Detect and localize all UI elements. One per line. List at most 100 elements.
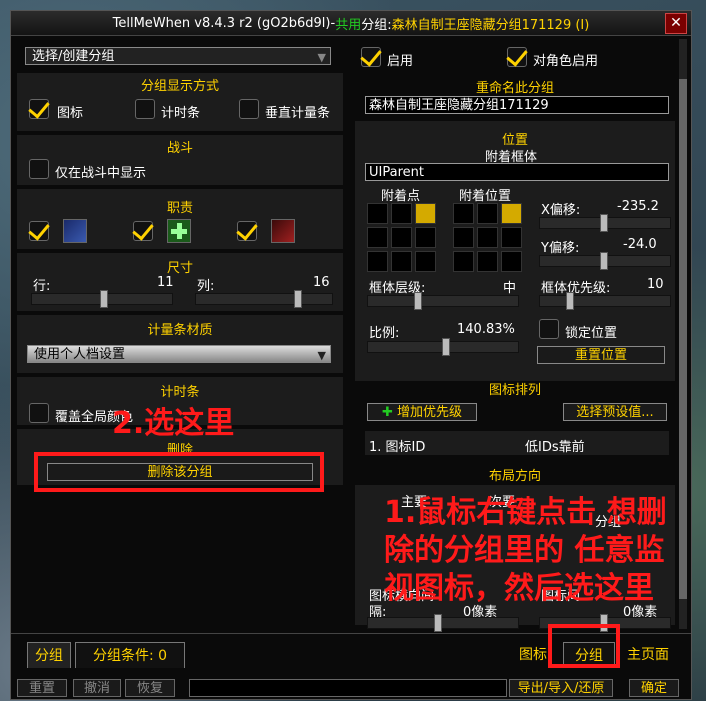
strata-thumb[interactable] — [414, 292, 422, 310]
plus-icon: ✚ — [381, 405, 393, 420]
cols-slider[interactable] — [195, 290, 333, 308]
rows-slider-thumb[interactable] — [100, 290, 108, 308]
rows-slider[interactable] — [31, 290, 173, 308]
cols-slider-thumb[interactable] — [294, 290, 302, 308]
enabled-checkbox[interactable] — [361, 47, 381, 67]
scrollbar[interactable] — [679, 39, 687, 629]
rename-header: 重命名此分组 — [475, 81, 554, 96]
lock-position-checkbox[interactable] — [539, 319, 559, 339]
title-bar[interactable]: TellMeWhen v8.4.3 r2 (gO2b6d9l) - 共用 分组:… — [11, 11, 691, 36]
role-enabled-checkbox[interactable] — [507, 47, 527, 67]
display-timer-label: 计时条 — [161, 106, 201, 121]
title-group-prefix: 分组: — [361, 17, 392, 33]
chevron-down-icon: ▼ — [317, 349, 326, 362]
role-enabled-label: 对角色启用 — [533, 54, 599, 69]
cover-color-checkbox[interactable] — [29, 403, 49, 423]
display-timer-checkbox[interactable] — [135, 99, 155, 119]
anchor-cell[interactable] — [453, 227, 474, 248]
y-offset-slider[interactable] — [539, 252, 671, 270]
layout-header: 布局方向 — [488, 469, 541, 484]
anchor-cell[interactable] — [391, 227, 412, 248]
add-priority-button[interactable]: ✚ 增加优先级 — [367, 403, 477, 421]
scale-thumb[interactable] — [442, 338, 450, 356]
import-export-button[interactable]: 导出/导入/还原 — [509, 679, 613, 697]
anchor-cell[interactable] — [415, 251, 436, 272]
close-icon: ✕ — [670, 15, 682, 31]
anchor-cell[interactable] — [477, 251, 498, 272]
healer-cross-icon — [167, 219, 191, 243]
display-icon-checkbox[interactable] — [29, 99, 49, 119]
spacing-left-thumb[interactable] — [434, 614, 442, 632]
sort-row-left: 1. 图标ID — [369, 440, 426, 455]
anchor-cell[interactable] — [477, 227, 498, 248]
bar-texture-dropdown[interactable]: 使用个人档设置 ▼ — [27, 345, 331, 363]
anchor-frame-input[interactable]: UIParent — [365, 163, 669, 181]
strata-slider[interactable] — [367, 292, 519, 310]
title-group-name: 森林自制王座隐藏分组171129 (I) — [391, 17, 590, 33]
spacing-left-slider[interactable] — [367, 614, 519, 632]
anchor-cell[interactable] — [367, 251, 388, 272]
role-tank-checkbox[interactable] — [29, 221, 49, 241]
annotation-step1: 1.鼠标右键点击 想删 除的分组里的 任意监 视图标，然后选这里 — [384, 494, 667, 608]
class-header: 职责 — [166, 201, 193, 216]
combat-only-label: 仅在战斗中显示 — [55, 166, 147, 181]
priority-slider[interactable] — [539, 292, 671, 310]
priority-label: 框体优先级: — [541, 281, 611, 296]
reset-button[interactable]: 重置 — [17, 679, 67, 697]
anchor-cell[interactable] — [391, 251, 412, 272]
priority-thumb[interactable] — [566, 292, 574, 310]
anchor-cell[interactable] — [415, 227, 436, 248]
display-vbar-label: 垂直计量条 — [265, 106, 331, 121]
display-icon-label: 图标 — [57, 106, 84, 121]
chevron-down-icon: ▼ — [317, 51, 326, 64]
anchor-cell[interactable] — [453, 203, 474, 224]
reset-position-button[interactable]: 重置位置 — [537, 346, 665, 364]
anchor-cell[interactable] — [367, 227, 388, 248]
choose-preset-button[interactable]: 选择预设值... — [563, 403, 667, 421]
ok-button[interactable]: 确定 — [629, 679, 679, 697]
anchor-cell[interactable] — [477, 203, 498, 224]
anchor-pos-grid[interactable] — [453, 203, 522, 272]
redo-button[interactable]: 恢复 — [125, 679, 175, 697]
anchor-point-grid[interactable] — [367, 203, 436, 272]
x-offset-thumb[interactable] — [600, 214, 608, 232]
x-offset-value: -235.2 — [617, 199, 659, 214]
role-healer-checkbox[interactable] — [133, 221, 153, 241]
shield-icon — [63, 219, 87, 243]
anchor-cell-selected[interactable] — [415, 203, 436, 224]
priority-value: 10 — [647, 277, 664, 292]
group-select-dropdown[interactable]: 选择/创建分组 ▼ — [25, 47, 331, 65]
anchor-cell[interactable] — [501, 227, 522, 248]
role-dps-checkbox[interactable] — [237, 221, 257, 241]
rows-value: 11 — [157, 275, 174, 290]
x-offset-label: X偏移: — [541, 203, 581, 218]
anchor-cell[interactable] — [391, 203, 412, 224]
anchor-cell[interactable] — [501, 251, 522, 272]
anchor-cell-selected[interactable] — [501, 203, 522, 224]
cols-label: 列: — [197, 279, 215, 294]
group-select-value: 选择/创建分组 — [32, 49, 115, 64]
undo-button[interactable]: 撤消 — [73, 679, 121, 697]
bar-texture-value: 使用个人档设置 — [34, 347, 126, 362]
anchor-cell[interactable] — [453, 251, 474, 272]
close-button[interactable]: ✕ — [665, 13, 687, 34]
tab-main[interactable]: 主页面 — [619, 642, 677, 668]
anchor-cell[interactable] — [367, 203, 388, 224]
annotation-step1-line3: 视图标，然后选这里 — [384, 571, 654, 606]
anchor-pos-label: 附着位置 — [459, 189, 512, 204]
combat-only-checkbox[interactable] — [29, 159, 49, 179]
import-export-input[interactable] — [189, 679, 507, 697]
annotation-step1-line2: 除的分组里的 任意监 — [384, 533, 665, 568]
scrollbar-thumb[interactable] — [679, 79, 687, 599]
tab-group[interactable]: 分组 — [27, 642, 71, 668]
tab-group-conditions[interactable]: 分组条件: 0 — [75, 642, 185, 668]
rename-input[interactable]: 森林自制王座隐藏分组171129 — [365, 96, 669, 114]
scale-label: 比例: — [369, 326, 400, 341]
display-vbar-checkbox[interactable] — [239, 99, 259, 119]
scale-slider[interactable] — [367, 338, 519, 356]
enabled-label: 启用 — [387, 54, 414, 69]
x-offset-slider[interactable] — [539, 214, 671, 232]
annotation-box-group-tab — [548, 624, 620, 668]
y-offset-thumb[interactable] — [600, 252, 608, 270]
cols-value: 16 — [313, 275, 330, 290]
